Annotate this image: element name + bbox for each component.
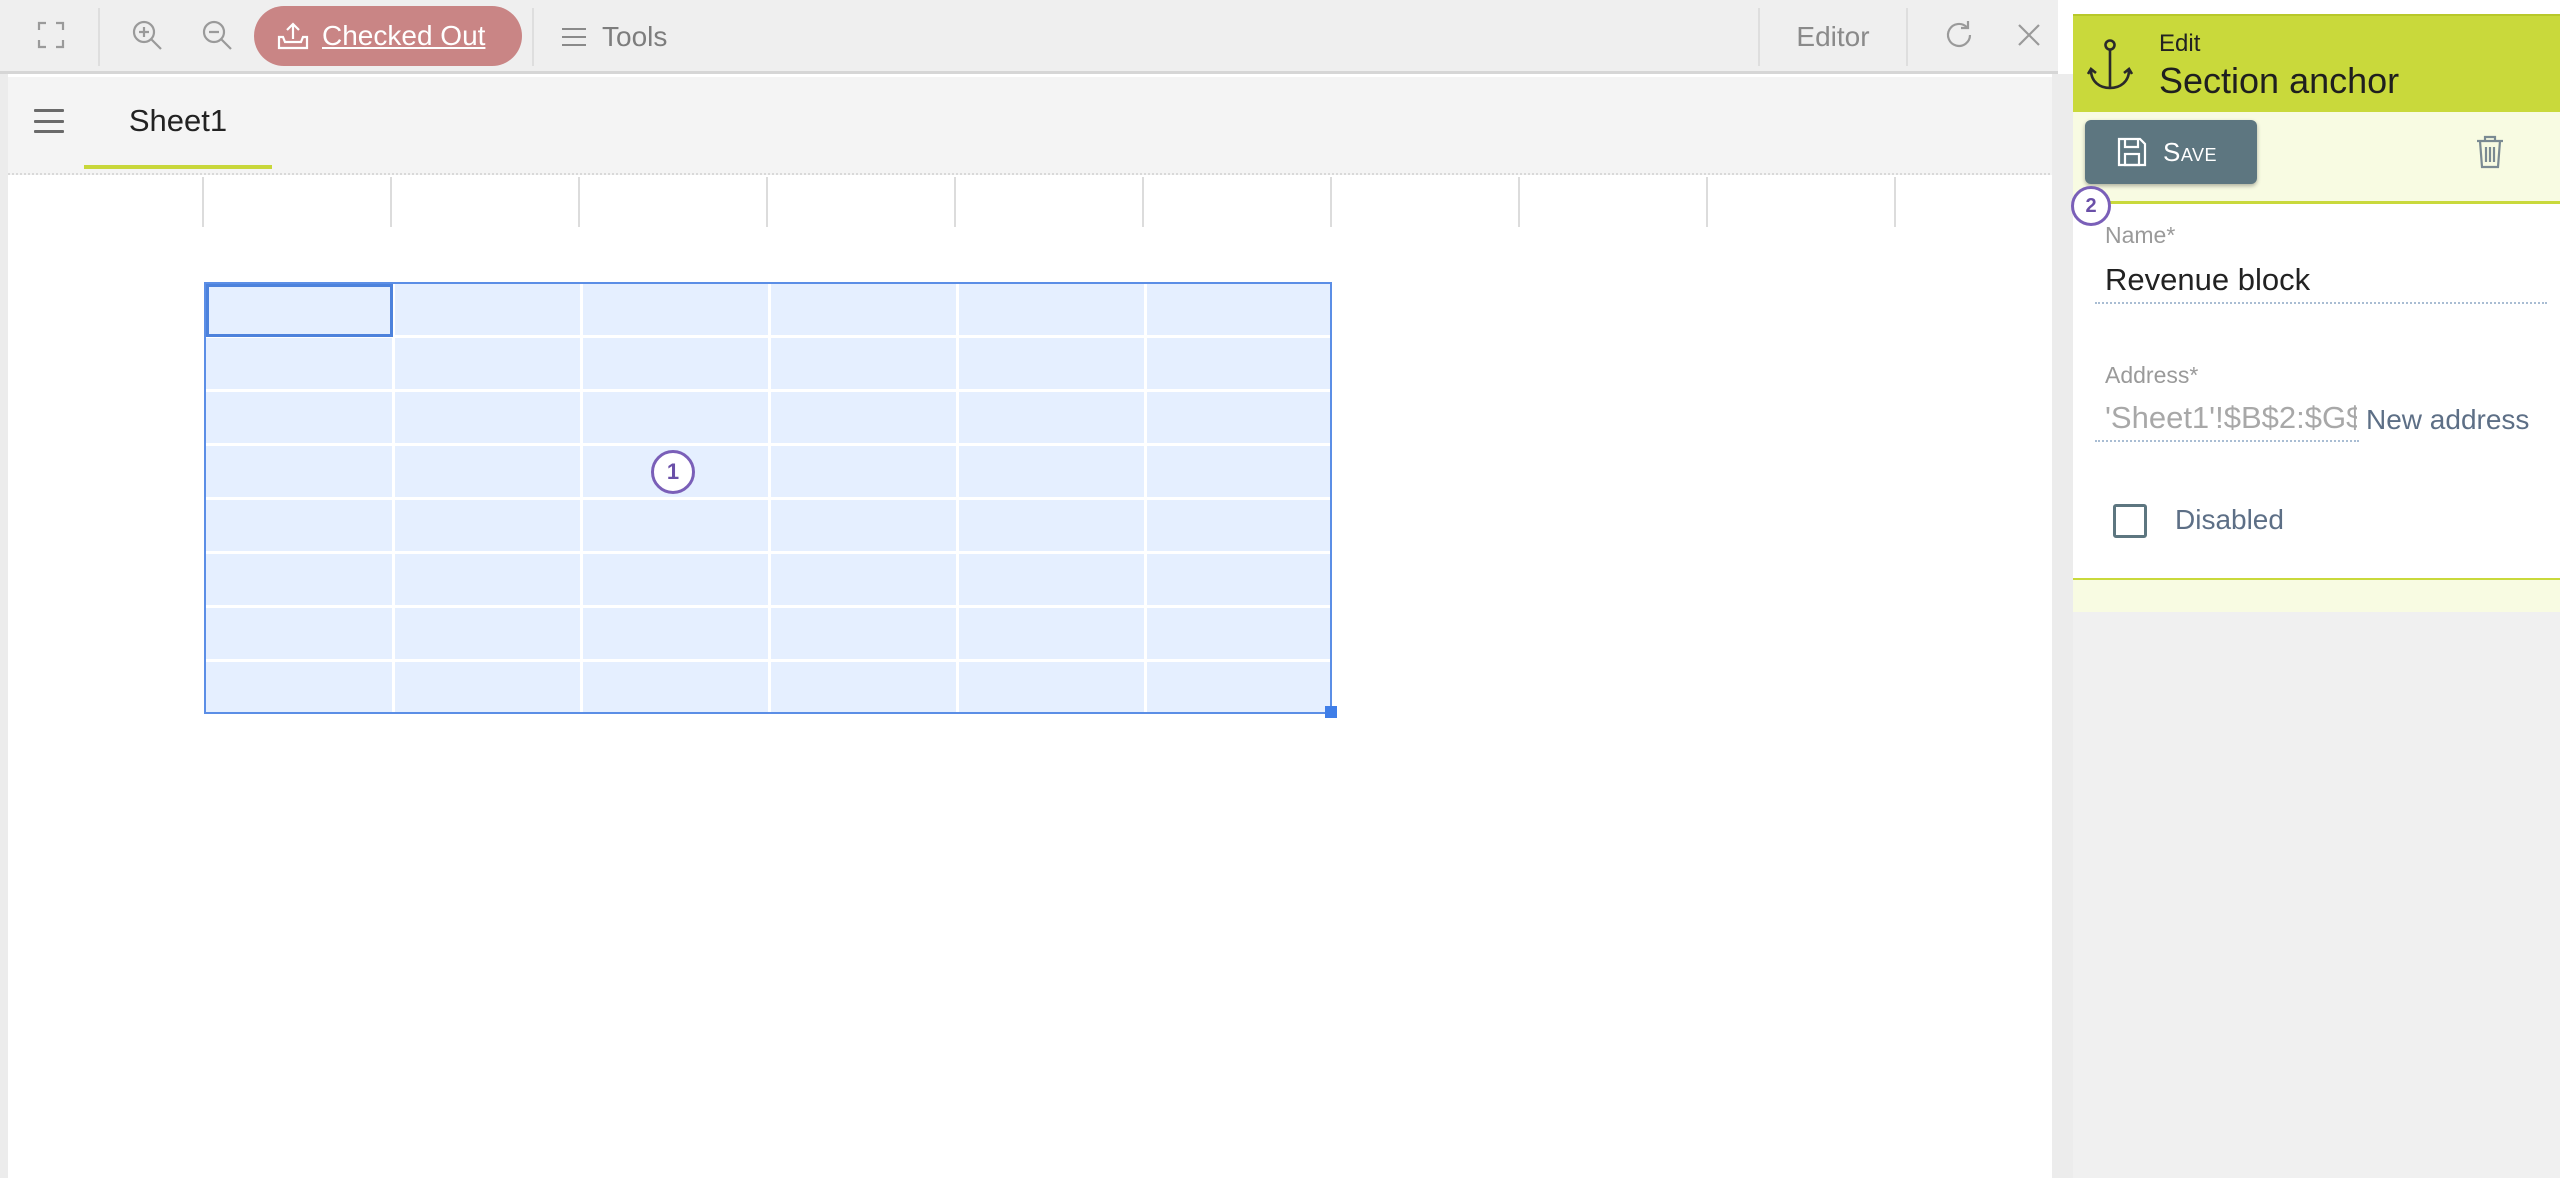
- checked-out-button[interactable]: Checked Out: [254, 6, 522, 66]
- top-toolbar: Checked Out Tools Editor: [0, 0, 2058, 74]
- zoom-in-icon: [130, 18, 164, 57]
- tools-menu-button[interactable]: Tools: [560, 0, 667, 74]
- anchor-icon: [2086, 38, 2134, 99]
- toolbar-divider: [98, 8, 100, 66]
- left-gutter: [0, 74, 8, 1178]
- floppy-disk-icon: [2115, 135, 2149, 169]
- step-badge-1: 1: [651, 450, 695, 494]
- column-header-divider: [578, 177, 580, 227]
- close-button[interactable]: [2000, 0, 2058, 74]
- refresh-icon: [1942, 18, 1976, 57]
- trash-icon: [2475, 134, 2505, 175]
- panel-header-label: Edit: [2159, 30, 2201, 57]
- editor-mode-button[interactable]: Editor: [1760, 0, 1906, 74]
- panel-gutter: [2052, 74, 2073, 1178]
- disabled-checkbox[interactable]: [2113, 504, 2147, 538]
- panel-action-bar: Save: [2073, 112, 2560, 204]
- sheet-menu-icon[interactable]: [34, 109, 64, 133]
- toolbar-divider: [1906, 8, 1908, 66]
- panel-title: Section anchor: [2159, 60, 2400, 101]
- save-button[interactable]: Save: [2085, 120, 2257, 184]
- section-anchor-panel: Edit Section anchor Save 2 Name* Revenue…: [2071, 14, 2560, 612]
- column-header-divider: [202, 177, 204, 227]
- column-header-divider: [1518, 177, 1520, 227]
- column-header-divider: [954, 177, 956, 227]
- fullscreen-icon: [35, 19, 67, 56]
- delete-button[interactable]: [2475, 134, 2505, 175]
- save-label: Save: [2163, 136, 2218, 167]
- upload-tray-icon: [276, 21, 310, 51]
- tab-sheet1[interactable]: Sheet1: [84, 77, 272, 169]
- column-header-divider: [1330, 177, 1332, 227]
- zoom-out-button[interactable]: [188, 0, 246, 74]
- column-header-divider: [766, 177, 768, 227]
- active-cell[interactable]: [206, 284, 393, 337]
- zoom-in-button[interactable]: [118, 0, 176, 74]
- column-header-divider: [390, 177, 392, 227]
- checked-out-label: Checked Out: [322, 20, 486, 51]
- name-field[interactable]: Revenue block: [2105, 262, 2545, 298]
- selection-fill-handle[interactable]: [1325, 706, 1337, 718]
- disabled-checkbox-label: Disabled: [2175, 504, 2284, 535]
- close-icon: [2015, 21, 2043, 54]
- panel-footer: [2073, 578, 2560, 612]
- column-header-divider: [1142, 177, 1144, 227]
- address-field[interactable]: 'Sheet1'!$B$2:$G$9: [2105, 400, 2357, 436]
- refresh-button[interactable]: [1930, 0, 1988, 74]
- zoom-out-icon: [200, 18, 234, 57]
- app-root: Checked Out Tools Editor Sheet1 1 Edit S…: [0, 0, 2560, 1178]
- selected-range[interactable]: [204, 282, 1332, 714]
- toolbar-divider: [532, 8, 534, 66]
- sheet-tab-bar: Sheet1: [8, 77, 2058, 175]
- name-field-underline: [2095, 302, 2547, 304]
- list-menu-icon: [560, 25, 588, 49]
- address-field-underline: [2095, 440, 2359, 442]
- column-header-divider: [1894, 177, 1896, 227]
- fullscreen-button[interactable]: [22, 0, 80, 74]
- column-header-divider: [1706, 177, 1708, 227]
- panel-header: Edit Section anchor: [2073, 14, 2560, 112]
- name-field-label: Name*: [2105, 222, 2176, 248]
- step-badge-2: 2: [2071, 186, 2111, 226]
- address-field-label: Address*: [2105, 362, 2199, 388]
- panel-background: [2073, 612, 2560, 1178]
- new-address-link[interactable]: New address: [2366, 404, 2529, 436]
- tools-label: Tools: [602, 21, 668, 52]
